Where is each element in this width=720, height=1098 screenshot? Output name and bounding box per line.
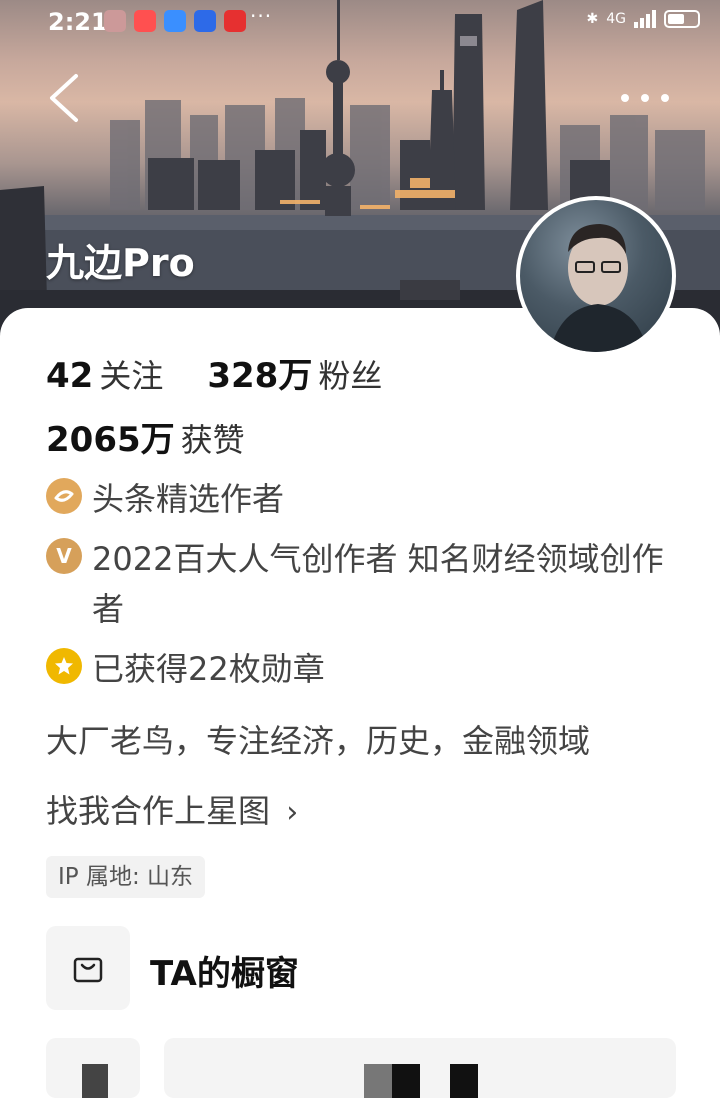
following-label[interactable]: 关注 [99, 351, 163, 397]
baidu-app-icon [194, 10, 216, 32]
shop-window-label: TA的橱窗 [150, 954, 299, 994]
signal-icon [634, 10, 656, 28]
system-status-icons: ✱ 4G [586, 10, 700, 28]
more-notifications-icon: ··· [250, 4, 273, 28]
medal-icon [46, 648, 82, 684]
shopping-app-icon [134, 10, 156, 32]
product-image [450, 1064, 478, 1098]
notification-icons [104, 10, 246, 32]
likes-stats: 2065万 获赞 [46, 412, 245, 461]
app-notification-icon [104, 10, 126, 32]
battery-icon [664, 10, 700, 28]
product-image [82, 1064, 108, 1098]
followers-count[interactable]: 328万 [207, 348, 312, 397]
profile-content-card: 42 关注 328万 粉丝 2065万 获赞 头条精选作者 V 2022百大人气… [0, 308, 720, 1098]
avatar[interactable] [516, 196, 676, 356]
status-bar: 2:21 ··· ✱ 4G [0, 0, 720, 44]
likes-count: 2065万 [46, 420, 175, 460]
ip-location-tag: IP 属地: 山东 [46, 856, 206, 898]
status-time: 2:21 [48, 8, 108, 36]
toutiao-select-icon [46, 478, 82, 514]
follow-stats: 42 关注 328万 粉丝 [46, 348, 382, 397]
chevron-left-icon [50, 74, 78, 122]
profile-bio: 大厂老鸟，专注经济，历史，金融领域 [46, 722, 591, 760]
collab-link[interactable]: 找我合作上星图 › [46, 786, 298, 832]
product-image [392, 1064, 420, 1098]
product-thumbnail[interactable] [46, 1038, 140, 1098]
network-type: 4G [606, 11, 626, 27]
collab-link-text: 找我合作上星图 [46, 792, 271, 830]
badge-text: 已获得22枚勋章 [92, 650, 325, 688]
badge-toutiao-select[interactable]: 头条精选作者 [46, 474, 686, 524]
shopping-bag-icon [46, 926, 130, 1010]
profile-name: 九边Pro [46, 241, 195, 285]
more-dots-icon [621, 94, 669, 102]
pinduoduo-app-icon [224, 10, 246, 32]
likes-label: 获赞 [180, 421, 245, 459]
more-options-button[interactable] [610, 78, 680, 118]
product-card[interactable] [164, 1038, 676, 1098]
badge-text: 头条精选作者 [92, 480, 285, 518]
person-portrait-icon [550, 224, 648, 352]
chevron-right-icon: › [286, 795, 299, 830]
shop-window-entry[interactable]: TA的橱窗 [46, 926, 666, 1010]
back-button[interactable] [40, 68, 100, 128]
v-verified-icon: V [46, 538, 82, 574]
cloud-app-icon [164, 10, 186, 32]
badge-medals[interactable]: 已获得22枚勋章 [46, 644, 686, 694]
followers-label[interactable]: 粉丝 [318, 351, 382, 397]
following-count[interactable]: 42 [46, 356, 93, 396]
product-image [364, 1064, 392, 1098]
bluetooth-icon: ✱ [586, 11, 599, 27]
badge-text: 2022百大人气创作者 知名财经领域创作者 [92, 540, 664, 628]
badge-verified-creator[interactable]: V 2022百大人气创作者 知名财经领域创作者 [46, 534, 686, 634]
